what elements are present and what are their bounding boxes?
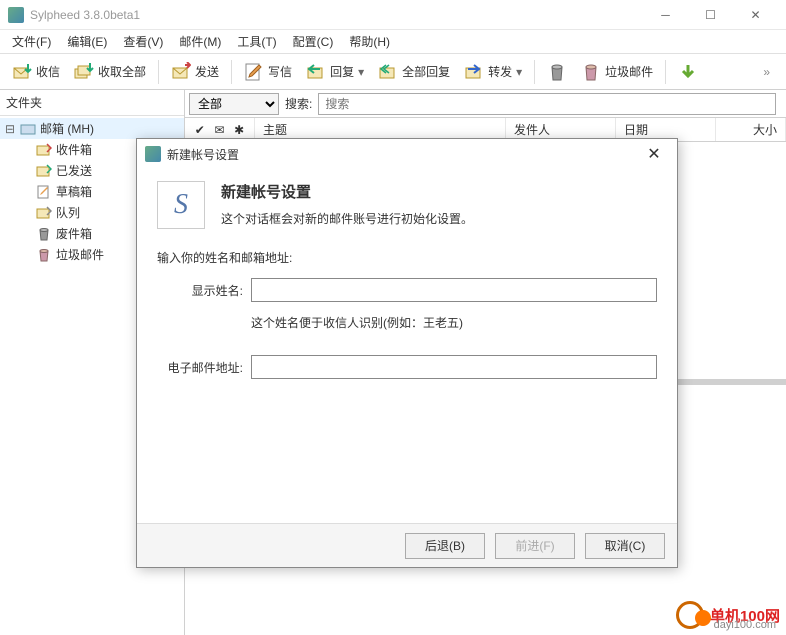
next-button[interactable] bbox=[672, 58, 704, 86]
menu-mail[interactable]: 邮件(M) bbox=[171, 30, 229, 53]
sent-icon bbox=[36, 163, 52, 179]
folder-label: 队列 bbox=[56, 204, 80, 221]
reply-dropdown-icon[interactable]: ▾ bbox=[358, 65, 364, 79]
menu-file[interactable]: 文件(F) bbox=[4, 30, 59, 53]
folder-label: 收件箱 bbox=[56, 141, 92, 158]
folder-label: 废件箱 bbox=[56, 225, 92, 242]
toolbar-separator bbox=[231, 60, 232, 84]
inbox-icon bbox=[36, 142, 52, 158]
reply-all-button[interactable]: 全部回复 bbox=[372, 58, 456, 86]
menu-tools[interactable]: 工具(T) bbox=[229, 30, 284, 53]
window-title: Sylpheed 3.8.0beta1 bbox=[30, 8, 643, 22]
junk-label: 垃圾邮件 bbox=[605, 63, 653, 80]
search-input[interactable] bbox=[318, 93, 776, 115]
reply-all-label: 全部回复 bbox=[402, 63, 450, 80]
forward-button[interactable]: 转发 ▾ bbox=[458, 58, 528, 86]
watermark-logo-icon bbox=[676, 601, 704, 629]
receive-all-label: 收取全部 bbox=[98, 63, 146, 80]
menubar: 文件(F) 编辑(E) 查看(V) 邮件(M) 工具(T) 配置(C) 帮助(H… bbox=[0, 30, 786, 54]
compose-button[interactable]: 写信 bbox=[238, 58, 298, 86]
junk-button[interactable]: 垃圾邮件 bbox=[575, 58, 659, 86]
watermark-url: dayi100.com bbox=[714, 619, 776, 631]
size-column[interactable]: 大小 bbox=[716, 118, 786, 141]
app-icon bbox=[8, 7, 24, 23]
filter-bar: 全部 搜索: bbox=[185, 90, 786, 118]
forward-icon bbox=[464, 62, 484, 82]
trash-folder-icon bbox=[36, 226, 52, 242]
sylpheed-logo-icon: S bbox=[157, 181, 205, 229]
dialog-prompt: 输入你的姓名和邮箱地址: bbox=[157, 249, 657, 266]
menu-view[interactable]: 查看(V) bbox=[115, 30, 171, 53]
window-titlebar: Sylpheed 3.8.0beta1 ─ ☐ ✕ bbox=[0, 0, 786, 30]
email-input[interactable] bbox=[251, 355, 657, 379]
dialog-heading: 新建帐号设置 bbox=[221, 181, 473, 202]
send-icon bbox=[171, 62, 191, 82]
folder-root[interactable]: ⊟ 邮箱 (MH) bbox=[0, 118, 184, 139]
menu-config[interactable]: 配置(C) bbox=[285, 30, 342, 53]
check-column-icon: ✔ bbox=[195, 123, 205, 137]
junk-icon bbox=[581, 62, 601, 82]
cancel-button[interactable]: 取消(C) bbox=[585, 533, 665, 559]
dialog-body: S 新建帐号设置 这个对话框会对新的邮件账号进行初始化设置。 输入你的姓名和邮箱… bbox=[137, 169, 677, 523]
scope-select[interactable]: 全部 bbox=[189, 93, 279, 115]
folder-label: 垃圾邮件 bbox=[56, 246, 104, 263]
folder-root-label: 邮箱 (MH) bbox=[40, 120, 94, 137]
minimize-button[interactable]: ─ bbox=[643, 0, 688, 30]
back-button[interactable]: 后退(B) bbox=[405, 533, 485, 559]
search-label: 搜索: bbox=[285, 95, 312, 112]
dialog-button-bar: 后退(B) 前进(F) 取消(C) bbox=[137, 523, 677, 567]
forward-button[interactable]: 前进(F) bbox=[495, 533, 575, 559]
receive-icon bbox=[12, 62, 32, 82]
junk-folder-icon bbox=[36, 247, 52, 263]
receive-button[interactable]: 收信 bbox=[6, 58, 66, 86]
close-button[interactable]: ✕ bbox=[733, 0, 778, 30]
menu-edit[interactable]: 编辑(E) bbox=[59, 30, 115, 53]
toolbar-separator bbox=[665, 60, 666, 84]
drafts-icon bbox=[36, 184, 52, 200]
sidebar-header: 文件夹 bbox=[0, 90, 184, 116]
new-account-dialog: 新建帐号设置 ✕ S 新建帐号设置 这个对话框会对新的邮件账号进行初始化设置。 … bbox=[136, 138, 678, 568]
reply-all-icon bbox=[378, 62, 398, 82]
attach-column-icon: ✱ bbox=[234, 123, 244, 137]
queue-icon bbox=[36, 205, 52, 221]
watermark: 单机100网 dayi100.com bbox=[676, 601, 780, 629]
reply-label: 回复 bbox=[330, 63, 354, 80]
folder-label: 已发送 bbox=[56, 162, 92, 179]
dialog-app-icon bbox=[145, 146, 161, 162]
forward-dropdown-icon[interactable]: ▾ bbox=[516, 65, 522, 79]
toolbar-separator bbox=[158, 60, 159, 84]
tree-collapse-icon[interactable]: ⊟ bbox=[4, 122, 16, 136]
dialog-description: 这个对话框会对新的邮件账号进行初始化设置。 bbox=[221, 210, 473, 227]
dialog-close-button[interactable]: ✕ bbox=[639, 144, 669, 164]
toolbar-separator bbox=[534, 60, 535, 84]
toolbar: 收信 收取全部 发送 写信 回复 ▾ 全部回复 转发 ▾ 垃圾邮件 » bbox=[0, 54, 786, 90]
dialog-titlebar: 新建帐号设置 ✕ bbox=[137, 139, 677, 169]
maximize-button[interactable]: ☐ bbox=[688, 0, 733, 30]
reply-icon bbox=[306, 62, 326, 82]
receive-all-icon bbox=[74, 62, 94, 82]
email-label: 电子邮件地址: bbox=[157, 359, 243, 376]
display-name-input[interactable] bbox=[251, 278, 657, 302]
toolbar-overflow-button[interactable]: » bbox=[753, 61, 780, 83]
compose-label: 写信 bbox=[268, 63, 292, 80]
send-button[interactable]: 发送 bbox=[165, 58, 225, 86]
send-label: 发送 bbox=[195, 63, 219, 80]
folder-label: 草稿箱 bbox=[56, 183, 92, 200]
menu-help[interactable]: 帮助(H) bbox=[341, 30, 398, 53]
display-name-hint: 这个姓名便于收信人识别(例如：王老五) bbox=[251, 314, 657, 331]
mailbox-icon bbox=[20, 121, 36, 137]
trash-icon bbox=[547, 62, 567, 82]
delete-button[interactable] bbox=[541, 58, 573, 86]
reply-button[interactable]: 回复 ▾ bbox=[300, 58, 370, 86]
next-arrow-icon bbox=[678, 62, 698, 82]
receive-label: 收信 bbox=[36, 63, 60, 80]
display-name-label: 显示姓名: bbox=[157, 282, 243, 299]
compose-icon bbox=[244, 62, 264, 82]
dialog-title: 新建帐号设置 bbox=[167, 146, 639, 163]
forward-label: 转发 bbox=[488, 63, 512, 80]
receive-all-button[interactable]: 收取全部 bbox=[68, 58, 152, 86]
flag-column-icon: ✉ bbox=[214, 123, 224, 137]
